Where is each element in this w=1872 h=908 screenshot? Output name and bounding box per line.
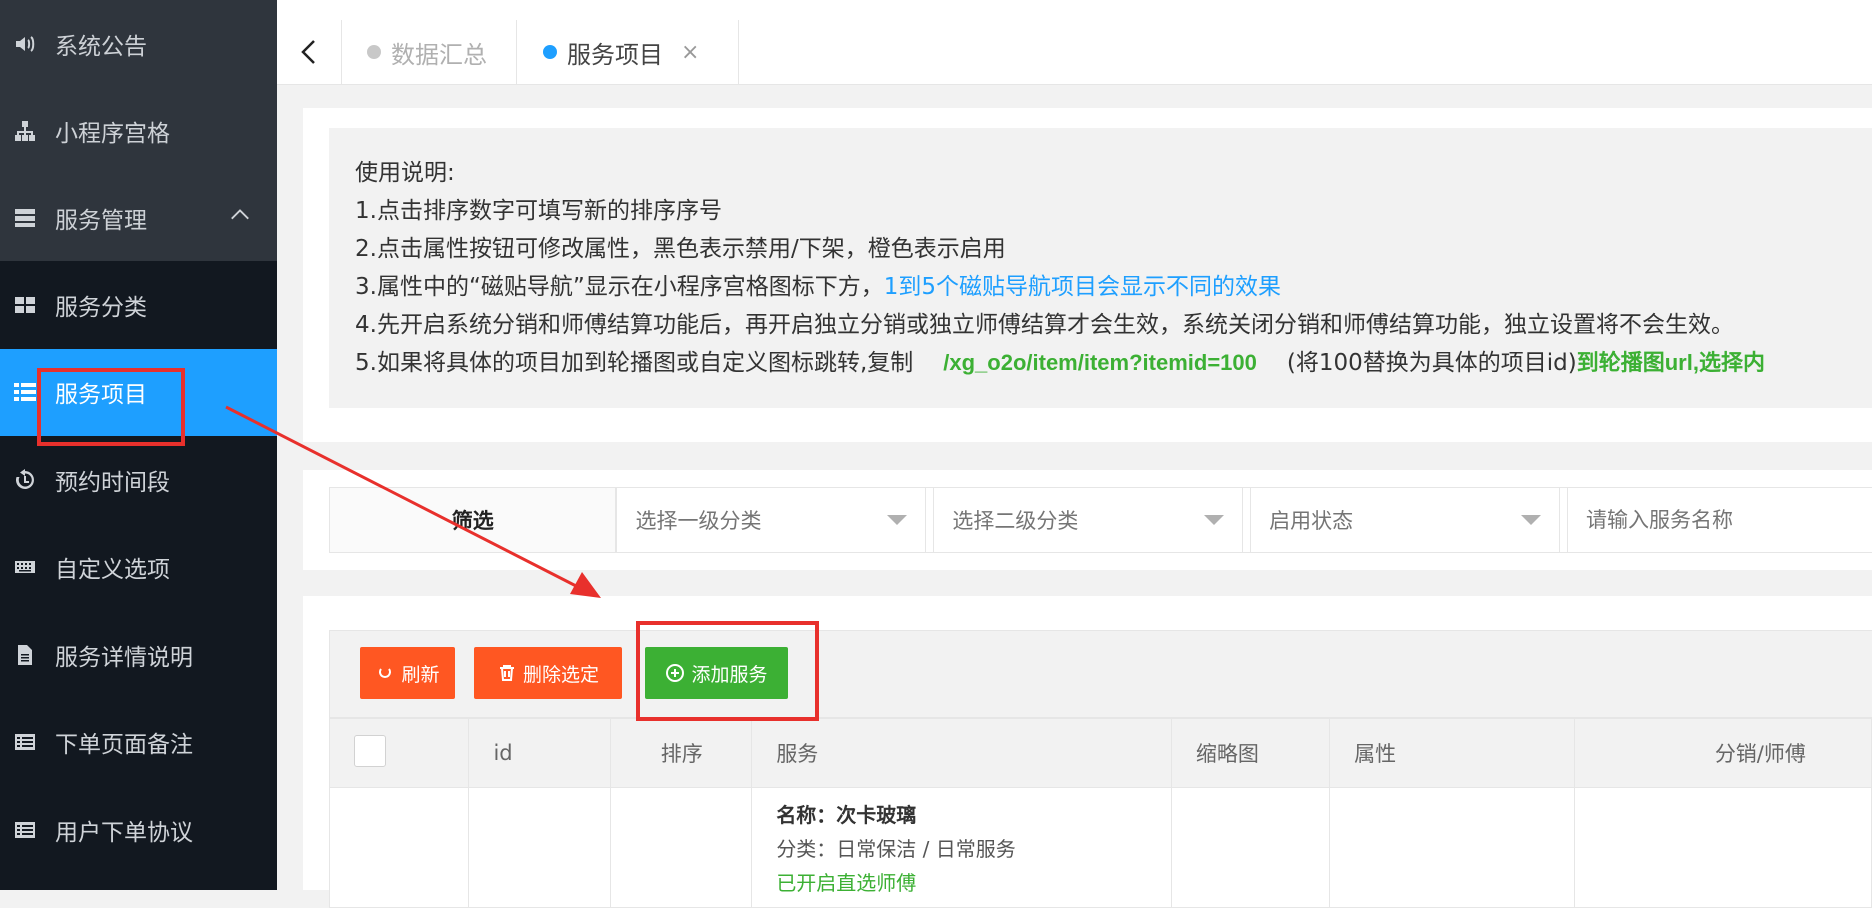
service-status: 已开启直选师傅 <box>776 871 917 895</box>
sidebar-item-announcement[interactable]: 系统公告 <box>0 0 277 87</box>
notice-line-4: 4.先开启系统分销和师傅结算功能后，再开启独立分销或独立师傅结算才会生效，系统关… <box>355 312 1734 338</box>
speaker-icon <box>12 31 38 57</box>
keyboard-icon <box>12 554 38 580</box>
service-name-search-input[interactable] <box>1567 488 1872 552</box>
list-icon <box>12 379 38 405</box>
grid-icon <box>12 292 38 318</box>
tab-service-items[interactable]: 服务项目 × <box>517 20 739 84</box>
list-alt-icon <box>12 729 38 755</box>
status-select[interactable]: 启用状态 <box>1250 488 1561 552</box>
sidebar-item-grid-page[interactable]: 小程序宫格 <box>0 87 277 174</box>
sidebar-item-user-agreement[interactable]: 用户下单协议 <box>0 786 277 874</box>
sidebar-sub-group: 服务分类 服务项目 预约时间段 自定义选项 服务详情说明 下单页面备注 用户下单… <box>0 261 277 874</box>
notice-line-5-hint: (将100替换为具体的项目id) <box>1286 350 1577 376</box>
sidebar-item-service-category[interactable]: 服务分类 <box>0 261 277 349</box>
service-table: id 排序 服务 缩略图 属性 分销/师傅 名称：次卡玻璃 分类：日常保洁 / … <box>328 718 1872 908</box>
sidebar-item-custom-options[interactable]: 自定义选项 <box>0 524 277 612</box>
tab-status-dot <box>367 45 381 59</box>
refresh-icon <box>375 663 395 683</box>
sidebar-item-label: 小程序宫格 <box>55 120 170 147</box>
notice-line-5-text: 5.如果将具体的项目加到轮播图或自定义图标跳转,复制 <box>355 350 914 376</box>
sidebar-item-label: 系统公告 <box>55 33 147 60</box>
table-header-row: id 排序 服务 缩略图 属性 分销/师傅 <box>328 718 1872 788</box>
history-icon <box>12 467 38 493</box>
tab-label: 数据汇总 <box>391 40 487 69</box>
caret-down-icon <box>1521 515 1542 525</box>
table-panel: 刷新 删除选定 添加服务 id 排序 服务 缩略图 属性 分销/师傅 名称：次卡… <box>303 596 1872 908</box>
sidebar-item-label: 下单页面备注 <box>55 732 193 759</box>
secondary-category-select[interactable]: 选择二级分类 <box>933 488 1244 552</box>
refresh-button[interactable]: 刷新 <box>360 647 455 699</box>
server-icon <box>12 205 38 231</box>
column-header-sort[interactable]: 排序 <box>609 718 753 788</box>
sidebar-top-group: 系统公告 小程序宫格 服务管理 <box>0 0 277 261</box>
sidebar-item-label: 预约时间段 <box>55 469 170 496</box>
column-header-distribution: 分销/师傅 <box>1573 718 1872 788</box>
filter-bar: 筛选 选择一级分类 选择二级分类 启用状态 <box>329 487 1872 553</box>
file-icon <box>12 642 38 668</box>
usage-notice: 使用说明: 1.点击排序数字可填写新的排序序号 2.点击属性按钮可修改属性，黑色… <box>329 128 1872 408</box>
sidebar-item-service-management[interactable]: 服务管理 <box>0 174 277 261</box>
service-category: 分类：日常保洁 / 日常服务 <box>776 837 1016 861</box>
caret-down-icon <box>1204 515 1225 525</box>
list-alt-icon <box>12 817 38 843</box>
tab-status-dot <box>543 45 557 59</box>
notice-line-3-highlight: 1到5个磁贴导航项目会显示不同的效果 <box>883 274 1282 300</box>
filter-label: 筛选 <box>330 488 617 552</box>
notice-panel: 使用说明: 1.点击排序数字可填写新的排序序号 2.点击属性按钮可修改属性，黑色… <box>303 108 1872 442</box>
tab-label: 服务项目 <box>567 40 663 69</box>
notice-line-5: 5.如果将具体的项目加到轮播图或自定义图标跳转,复制/xg_o2o/item/i… <box>355 344 1872 382</box>
sidebar-item-label: 服务详情说明 <box>55 644 193 671</box>
select-value: 选择一级分类 <box>635 509 762 533</box>
chevron-up-icon[interactable] <box>229 204 251 226</box>
annotation-highlight-sidebar <box>37 368 185 446</box>
tab-back-button[interactable] <box>277 20 342 84</box>
filter-panel: 筛选 选择一级分类 选择二级分类 启用状态 <box>303 470 1872 570</box>
chevron-left-icon <box>301 40 315 64</box>
notice-line-2: 2.点击属性按钮可修改属性，黑色表示禁用/下架，橙色表示启用 <box>355 236 1006 262</box>
service-name: 名称：次卡玻璃 <box>776 803 917 827</box>
column-header-attributes: 属性 <box>1329 718 1575 788</box>
tabs-bar: 数据汇总 服务项目 × <box>277 20 1872 85</box>
notice-line-3: 3.属性中的“磁贴导航”显示在小程序宫格图标下方，1到5个磁贴导航项目会显示不同… <box>355 268 1872 306</box>
sidebar-item-label: 用户下单协议 <box>55 819 193 846</box>
select-value: 选择二级分类 <box>952 509 1079 533</box>
sidebar-item-service-detail[interactable]: 服务详情说明 <box>0 611 277 699</box>
notice-line-5-path: /xg_o2o/item/item?itemid=100 <box>943 350 1257 375</box>
delete-selected-button[interactable]: 删除选定 <box>474 647 622 699</box>
notice-line-3-text: 3.属性中的“磁贴导航”显示在小程序宫格图标下方， <box>355 274 884 300</box>
sidebar-item-label: 服务分类 <box>55 294 147 321</box>
primary-category-select[interactable]: 选择一级分类 <box>616 488 927 552</box>
annotation-highlight-add-button <box>636 621 819 721</box>
sidebar-item-label: 服务管理 <box>55 207 147 234</box>
select-value: 启用状态 <box>1269 509 1354 533</box>
sitemap-icon <box>12 118 38 144</box>
top-header-strip <box>277 0 1872 21</box>
sidebar-item-time-slots[interactable]: 预约时间段 <box>0 436 277 524</box>
column-header-thumbnail: 缩略图 <box>1170 718 1331 788</box>
delete-button-label: 删除选定 <box>522 663 599 686</box>
refresh-button-label: 刷新 <box>401 663 440 686</box>
close-icon[interactable]: × <box>681 40 699 65</box>
sidebar-item-label: 自定义选项 <box>55 557 170 584</box>
notice-line-5-green: 到轮播图url,选择内 <box>1576 350 1765 375</box>
caret-down-icon <box>887 515 908 525</box>
select-all-checkbox[interactable] <box>354 734 386 767</box>
sidebar-item-order-remark[interactable]: 下单页面备注 <box>0 699 277 787</box>
notice-title: 使用说明: <box>355 160 455 186</box>
select-all-header <box>328 718 470 788</box>
tab-data-summary[interactable]: 数据汇总 <box>341 20 517 84</box>
column-header-id[interactable]: id <box>468 718 611 788</box>
notice-line-1: 1.点击排序数字可填写新的排序序号 <box>355 198 722 224</box>
trash-icon <box>497 663 517 683</box>
column-header-service: 服务 <box>751 718 1172 788</box>
table-toolbar: 刷新 删除选定 添加服务 <box>329 630 1872 718</box>
